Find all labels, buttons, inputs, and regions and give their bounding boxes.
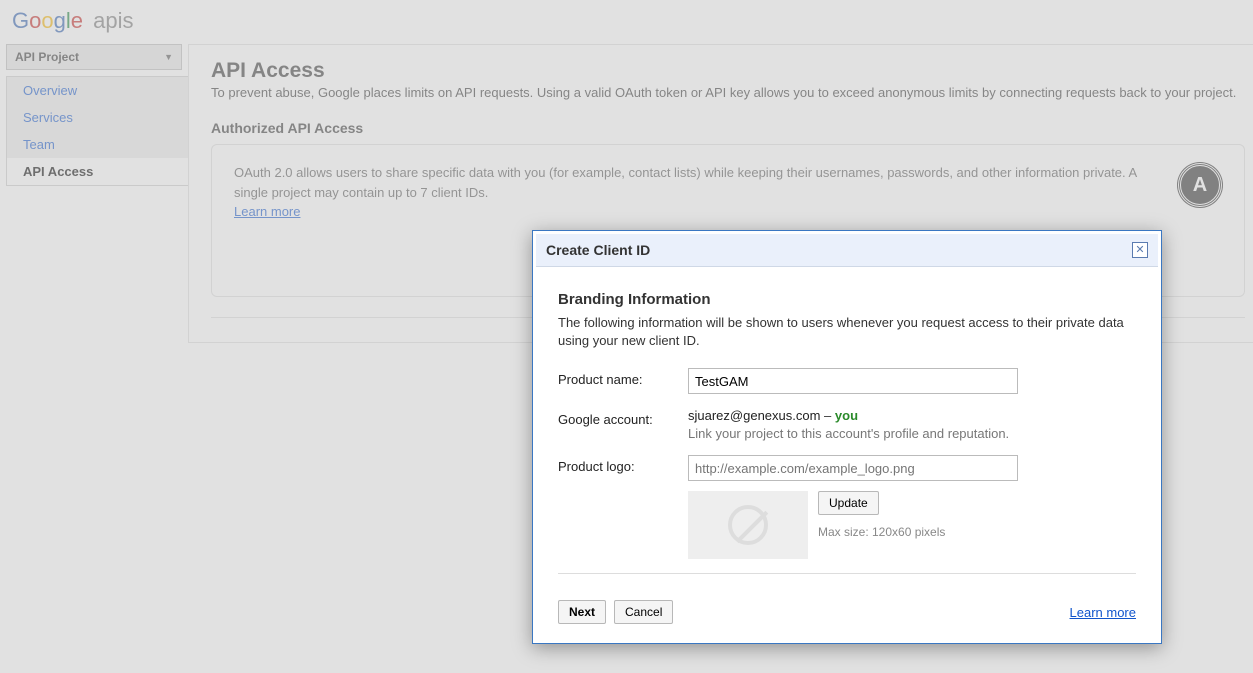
- dialog-titlebar: Create Client ID ✕: [536, 234, 1158, 267]
- product-logo-input[interactable]: [688, 455, 1018, 481]
- account-hint: Link your project to this account's prof…: [688, 426, 1136, 441]
- account-sep: –: [820, 408, 834, 423]
- logo-preview: [688, 491, 808, 559]
- branding-heading: Branding Information: [558, 291, 1136, 308]
- branding-subtext: The following information will be shown …: [558, 314, 1136, 350]
- cancel-button[interactable]: Cancel: [614, 600, 673, 624]
- update-button[interactable]: Update: [818, 491, 879, 515]
- next-button[interactable]: Next: [558, 600, 606, 624]
- create-client-id-dialog: Create Client ID ✕ Branding Information …: [532, 230, 1162, 644]
- max-size-hint: Max size: 120x60 pixels: [818, 525, 945, 539]
- account-email: sjuarez@genexus.com: [688, 408, 820, 423]
- account-you: you: [835, 408, 858, 423]
- product-logo-label: Product logo:: [558, 455, 688, 474]
- product-name-label: Product name:: [558, 368, 688, 387]
- dialog-title: Create Client ID: [546, 242, 650, 258]
- close-icon[interactable]: ✕: [1132, 242, 1148, 258]
- dialog-divider: [558, 573, 1136, 574]
- product-name-input[interactable]: [688, 368, 1018, 394]
- dialog-learn-more-link[interactable]: Learn more: [1070, 605, 1136, 620]
- no-image-icon: [728, 505, 768, 545]
- google-account-label: Google account:: [558, 408, 688, 427]
